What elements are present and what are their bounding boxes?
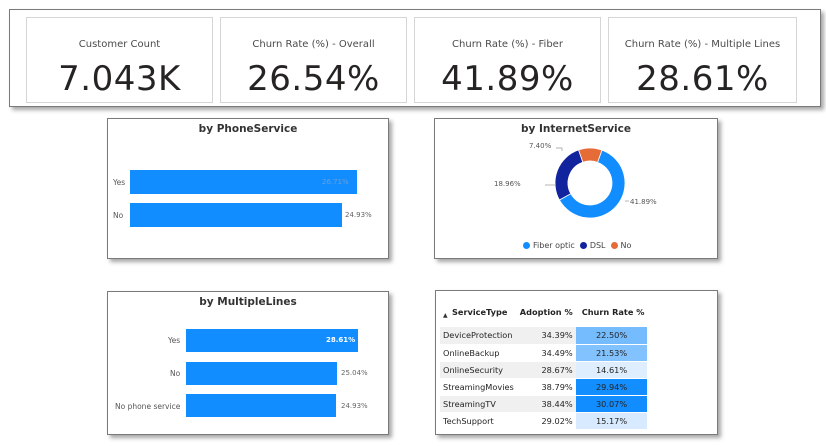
cell-service: OnlineBackup — [440, 344, 517, 362]
bar-multiple-no[interactable] — [186, 362, 337, 385]
category-label: No — [170, 369, 181, 378]
legend-dot-dsl — [579, 242, 587, 249]
column-header-adoption[interactable]: Adoption % — [517, 297, 576, 327]
column-header-servicetype[interactable]: ServiceType ▲ — [440, 297, 517, 327]
kpi-label: Customer Count — [78, 39, 161, 50]
phone-service-chart[interactable]: by PhoneService Yes 26.71% No 24.93% — [107, 118, 389, 259]
kpi-label: Churn Rate (%) - Fiber — [452, 39, 563, 50]
kpi-value: 41.89% — [441, 59, 574, 99]
internet-service-chart[interactable]: by InternetService 7.40% 18.96% 41.89% F… — [434, 118, 718, 259]
bar-phone-no[interactable] — [130, 203, 343, 227]
legend-item-fiber[interactable]: Fiber optic — [533, 241, 575, 250]
slice-label-no: 7.40% — [529, 142, 552, 150]
cell-adoption: 38.44% — [516, 395, 576, 413]
table-row[interactable]: StreamingMovies 38.79% 29.94% — [440, 378, 648, 396]
header-label: ServiceType — [452, 307, 508, 317]
table-row[interactable]: TechSupport 29.02% 15.17% — [440, 412, 648, 430]
table-row[interactable]: OnlineSecurity 28.67% 14.61% — [440, 361, 648, 379]
legend-item-dsl[interactable]: DSL — [590, 241, 606, 250]
data-label: 28.61% — [326, 336, 356, 344]
kpi-card-churn-fiber[interactable]: Churn Rate (%) - Fiber 41.89% — [414, 17, 601, 103]
chart-legend: Fiber optic DSL No — [523, 241, 631, 250]
donut-chart[interactable] — [554, 147, 626, 219]
legend-dot-fiber — [523, 242, 530, 249]
sort-ascending-icon[interactable]: ▲ — [443, 312, 448, 319]
cell-churn-rate: 15.17% — [575, 412, 648, 430]
donut-slice-no[interactable] — [578, 147, 603, 163]
table-row[interactable]: OnlineBackup 34.49% 21.53% — [440, 344, 648, 362]
table-row[interactable]: DeviceProtection 34.39% 22.50% — [440, 327, 648, 345]
cell-adoption: 28.67% — [516, 361, 576, 379]
donut-svg — [545, 147, 629, 219]
cell-adoption: 29.02% — [516, 412, 576, 430]
cell-adoption: 34.39% — [516, 327, 576, 345]
cell-service: StreamingMovies — [440, 378, 517, 396]
data-label: 24.93% — [345, 211, 372, 219]
service-type-table[interactable]: ServiceType ▲ Adoption % Churn Rate % De… — [435, 290, 718, 435]
column-header-churn-rate[interactable]: Churn Rate % — [576, 297, 648, 327]
chart-title: by MultipleLines — [199, 296, 297, 308]
cell-churn-rate: 14.61% — [575, 361, 648, 379]
data-label: 26.71% — [322, 178, 349, 186]
cell-churn-rate: 30.07% — [575, 395, 648, 413]
category-label: Yes — [168, 336, 181, 345]
category-label: Yes — [113, 178, 126, 187]
data-label: 25.04% — [341, 369, 368, 377]
slice-label-dsl: 18.96% — [494, 180, 521, 188]
data-table: ServiceType ▲ Adoption % Churn Rate % De… — [440, 297, 648, 430]
cell-service: TechSupport — [440, 412, 517, 430]
multiple-lines-chart[interactable]: by MultipleLines Yes 28.61% No 25.04% No… — [107, 291, 389, 435]
kpi-value: 26.54% — [247, 59, 380, 99]
kpi-strip: Customer Count 7.043K Churn Rate (%) - O… — [9, 9, 821, 107]
cell-adoption: 34.49% — [516, 344, 576, 362]
kpi-label: Churn Rate (%) - Multiple Lines — [624, 39, 781, 50]
kpi-card-churn-overall[interactable]: Churn Rate (%) - Overall 26.54% — [220, 17, 407, 103]
cell-churn-rate: 29.94% — [575, 378, 648, 396]
cell-service: StreamingTV — [440, 395, 517, 413]
cell-churn-rate: 21.53% — [575, 344, 648, 362]
data-label: 24.93% — [341, 402, 368, 410]
category-label: No — [113, 211, 124, 220]
cell-service: DeviceProtection — [440, 327, 517, 345]
legend-dot-no — [610, 242, 618, 249]
chart-title: by PhoneService — [198, 123, 298, 135]
donut-slice-dsl[interactable] — [554, 149, 584, 201]
legend-item-no[interactable]: No — [621, 241, 632, 250]
table-row[interactable]: StreamingTV 38.44% 30.07% — [440, 395, 648, 413]
cell-churn-rate: 22.50% — [575, 327, 648, 345]
cell-adoption: 38.79% — [516, 378, 576, 396]
cell-service: OnlineSecurity — [440, 361, 517, 379]
kpi-card-churn-multiple-lines[interactable]: Churn Rate (%) - Multiple Lines 28.61% — [608, 17, 797, 103]
kpi-label: Churn Rate (%) - Overall — [252, 39, 375, 50]
kpi-value: 7.043K — [58, 59, 181, 99]
slice-label-fiber: 41.89% — [630, 198, 657, 206]
bar-multiple-no-phone[interactable] — [186, 394, 336, 417]
kpi-value: 28.61% — [636, 59, 769, 99]
kpi-card-customer-count[interactable]: Customer Count 7.043K — [26, 17, 213, 103]
category-label: No phone service — [115, 402, 181, 411]
